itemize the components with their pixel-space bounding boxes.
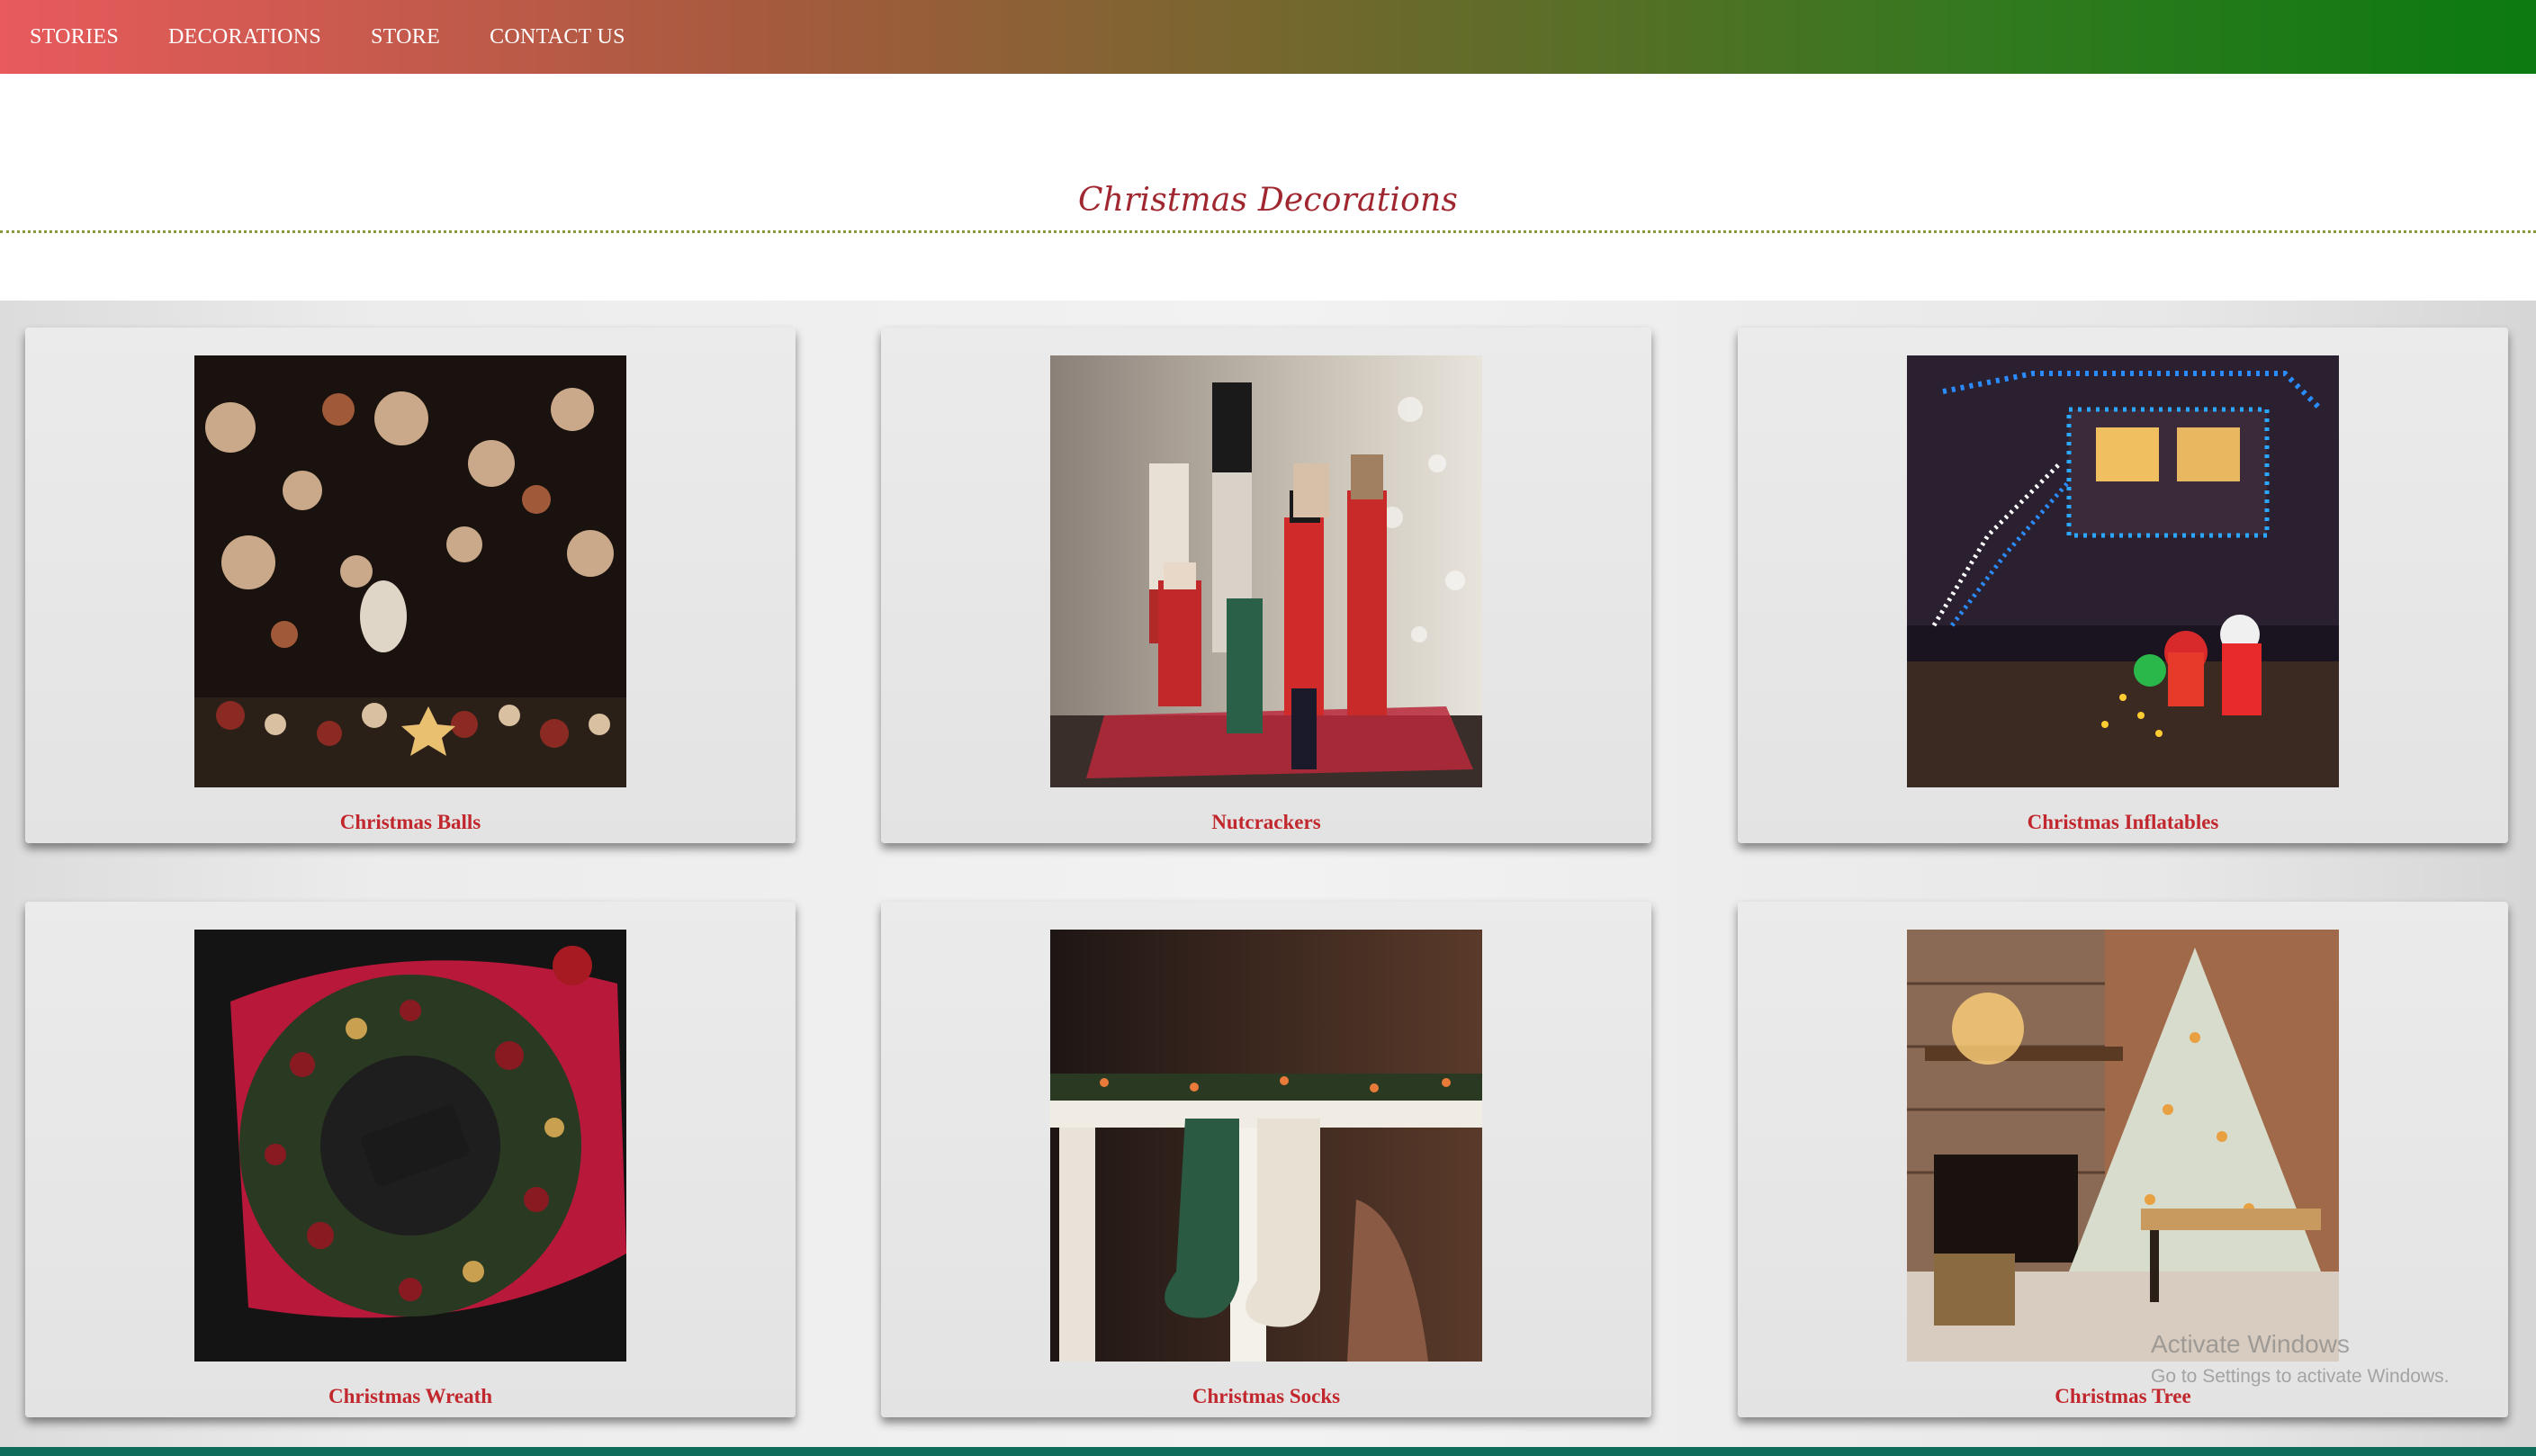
card-christmas-socks[interactable]: Christmas Socks [881,902,1651,1417]
card-nutcrackers[interactable]: Nutcrackers [881,328,1651,843]
top-navigation: STORIES DECORATIONS STORE CONTACT US [0,0,2536,74]
card-caption[interactable]: Nutcrackers [881,811,1651,834]
wreath-photo[interactable] [194,930,626,1362]
windows-activation-watermark: Activate Windows Go to Settings to activ… [2151,1330,2450,1388]
nav-store[interactable]: STORE [371,25,440,49]
title-section: Christmas Decorations [0,74,2536,301]
card-caption[interactable]: Christmas Wreath [25,1385,796,1408]
card-caption[interactable]: Christmas Socks [881,1385,1651,1408]
house-lights-photo[interactable] [1907,355,2339,787]
stockings-photo[interactable] [1050,930,1482,1362]
card-christmas-wreath[interactable]: Christmas Wreath [25,902,796,1417]
card-caption[interactable]: Christmas Balls [25,811,796,834]
card-christmas-inflatables[interactable]: Christmas Inflatables [1738,328,2508,843]
footer-bar [0,1447,2536,1456]
card-caption[interactable]: Christmas Inflatables [1738,811,2508,834]
page-title: Christmas Decorations [1077,182,1459,219]
card-christmas-balls[interactable]: Christmas Balls [25,328,796,843]
nutcrackers-photo[interactable] [1050,355,1482,787]
nav-stories[interactable]: STORIES [30,25,119,49]
card-caption[interactable]: Christmas Tree [1738,1385,2508,1408]
dotted-divider [0,230,2536,233]
nav-contact-us[interactable]: CONTACT US [490,25,625,49]
watermark-subtitle: Go to Settings to activate Windows. [2151,1366,2450,1387]
ornaments-photo[interactable] [194,355,626,787]
tree-photo[interactable] [1907,930,2339,1362]
nav-decorations[interactable]: DECORATIONS [168,25,321,49]
decorations-grid: Christmas Balls Nutcrackers Christmas In… [0,301,2536,1456]
watermark-title: Activate Windows [2151,1330,2350,1358]
